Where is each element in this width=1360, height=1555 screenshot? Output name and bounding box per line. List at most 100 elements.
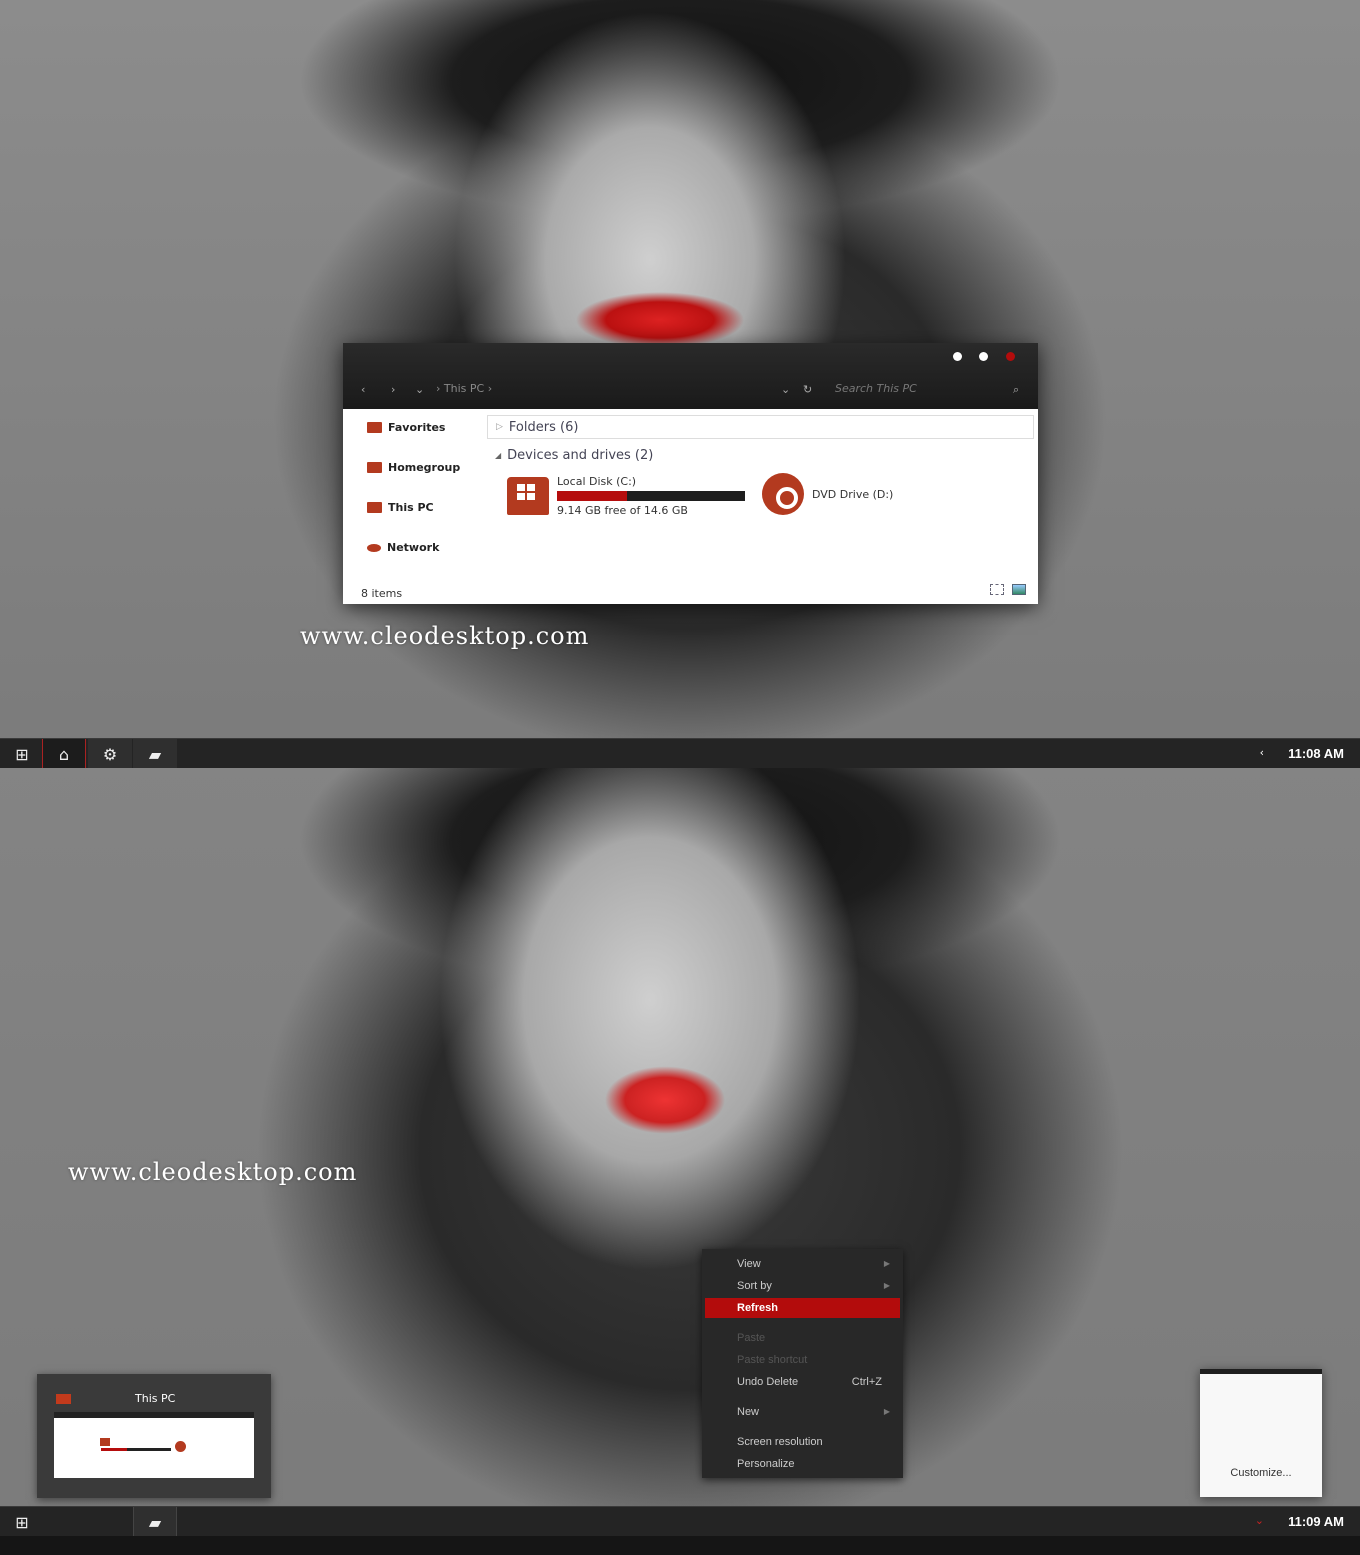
sidebar-label: Homegroup: [388, 461, 461, 474]
dvd-drive-icon: [762, 473, 804, 515]
recent-locations-icon[interactable]: ⌄: [415, 383, 424, 396]
file-explorer-button[interactable]: ▰: [133, 739, 177, 768]
menu-item-paste[interactable]: Paste: [705, 1328, 900, 1348]
dvd-drive-icon: [175, 1441, 186, 1452]
status-bar: 8 items: [343, 579, 1038, 604]
search-input[interactable]: Search This PC: [835, 382, 917, 395]
menu-item-paste-shortcut[interactable]: Paste shortcut: [705, 1350, 900, 1370]
menu-label: Paste shortcut: [737, 1354, 808, 1366]
menu-item-view[interactable]: View ▶: [705, 1254, 900, 1274]
gear-icon: ⚙: [102, 744, 118, 764]
forward-icon[interactable]: ›: [391, 383, 395, 396]
submenu-arrow-icon: ▶: [883, 1259, 890, 1268]
address-dropdown-icon[interactable]: ⌄: [781, 383, 790, 396]
menu-item-refresh[interactable]: Refresh: [705, 1298, 900, 1318]
windows-logo-icon: ⊞: [15, 1512, 29, 1532]
drive-name: Local Disk (C:): [557, 475, 637, 488]
group-folders[interactable]: ▷ Folders (6): [487, 415, 1034, 439]
drive-free-space: 9.14 GB free of 14.6 GB: [557, 504, 688, 517]
content-pane: ▷ Folders (6) ◢ Devices and drives (2) Loc…: [487, 409, 1038, 579]
submenu-arrow-icon: ▶: [883, 1281, 890, 1290]
menu-item-personalize[interactable]: Personalize: [705, 1454, 900, 1474]
start-button[interactable]: ⊞: [0, 739, 44, 768]
tray-overflow-popup: Customize...: [1200, 1369, 1322, 1497]
windows-logo-icon: ⊞: [15, 744, 29, 764]
monitor-icon: [367, 502, 382, 513]
customize-link[interactable]: Customize...: [1200, 1467, 1322, 1479]
back-icon[interactable]: ‹: [361, 383, 365, 396]
explorer-window[interactable]: ‹ › ⌄ › This PC › ⌄ ↻ Search This PC ⌕ F…: [343, 343, 1038, 604]
favorites-folder-icon: [367, 422, 382, 433]
menu-item-screen-resolution[interactable]: Screen resolution: [705, 1432, 900, 1452]
search-icon[interactable]: ⌕: [1013, 383, 1019, 397]
drive-name: DVD Drive (D:): [812, 487, 894, 501]
menu-label: Sort by: [737, 1280, 772, 1292]
menu-shortcut: Ctrl+Z: [851, 1376, 882, 1388]
home-button[interactable]: ⌂: [42, 739, 86, 768]
folder-icon: ▰: [148, 744, 162, 764]
drive-c[interactable]: Local Disk (C:) 9.14 GB free of 14.6 GB: [507, 475, 745, 517]
menu-label: New: [737, 1406, 760, 1418]
taskbar-thumbnail-preview[interactable]: This PC: [37, 1374, 271, 1498]
clock[interactable]: 11:09 AM: [1288, 1514, 1344, 1529]
submenu-arrow-icon: ▶: [883, 1407, 890, 1416]
large-icons-view-icon[interactable]: [1012, 584, 1026, 595]
sidebar-item-favorites[interactable]: Favorites: [367, 421, 445, 434]
homegroup-folder-icon: [367, 462, 382, 473]
watermark-text: www.cleodesktop.com: [68, 1158, 358, 1186]
expand-icon: ▷: [496, 422, 503, 432]
drive-d[interactable]: DVD Drive (D:): [762, 473, 893, 515]
windows-drive-icon: [507, 477, 549, 515]
clock[interactable]: 11:08 AM: [1288, 746, 1344, 761]
home-icon: ⌂: [58, 744, 70, 764]
menu-item-new[interactable]: New ▶: [705, 1402, 900, 1422]
item-count: 8 items: [361, 587, 403, 600]
group-devices[interactable]: ◢ Devices and drives (2): [487, 443, 1034, 467]
menu-label: Refresh: [737, 1302, 778, 1314]
title-bar[interactable]: ‹ › ⌄ › This PC › ⌄ ↻ Search This PC ⌕: [343, 343, 1038, 409]
breadcrumb[interactable]: › This PC ›: [436, 382, 492, 395]
group-label: Devices and drives (2): [507, 447, 654, 463]
thumbnail-window-preview: [54, 1412, 254, 1478]
windows-drive-icon: [100, 1438, 110, 1446]
group-label: Folders (6): [508, 419, 579, 435]
refresh-icon[interactable]: ↻: [803, 383, 812, 396]
details-view-icon[interactable]: [990, 584, 1004, 595]
sidebar-item-this-pc[interactable]: This PC: [367, 501, 434, 514]
show-hidden-icons-chevron[interactable]: ‹: [1260, 746, 1264, 759]
breadcrumb-this-pc[interactable]: This PC: [444, 382, 484, 395]
start-button[interactable]: ⊞: [0, 1507, 44, 1537]
crumb-separator-icon: ›: [436, 382, 441, 395]
desktop-top: ‹ › ⌄ › This PC › ⌄ ↻ Search This PC ⌕ F…: [0, 0, 1360, 768]
desktop-context-menu: View ▶ Sort by ▶ Refresh Paste Paste short…: [702, 1249, 903, 1478]
menu-label: Paste: [737, 1332, 766, 1344]
taskbar: ⊞ ⌂ ⚙ ▰ ‹ 11:08 AM: [0, 738, 1360, 768]
network-icon: [367, 543, 381, 552]
drive-usage-bar: [557, 491, 745, 501]
menu-item-undo-delete[interactable]: Undo Delete Ctrl+Z: [705, 1372, 900, 1392]
file-explorer-button[interactable]: ▰: [133, 1507, 177, 1537]
crumb-separator-icon: ›: [487, 382, 493, 395]
drive-usage-fill: [101, 1448, 127, 1451]
collapse-icon: ◢: [495, 450, 502, 460]
sidebar-label: Favorites: [388, 421, 446, 434]
taskbar: ⊞ ▰ ⌄ 11:09 AM: [0, 1506, 1360, 1537]
bottom-strip: [0, 1536, 1360, 1555]
settings-button[interactable]: ⚙: [88, 739, 132, 768]
menu-label: View: [737, 1258, 761, 1270]
show-hidden-icons-chevron[interactable]: ⌄: [1255, 1514, 1264, 1527]
menu-label: Personalize: [737, 1458, 795, 1470]
minimize-button[interactable]: [953, 352, 962, 361]
sidebar-item-network[interactable]: Network: [367, 541, 439, 554]
sidebar-item-homegroup[interactable]: Homegroup: [367, 461, 460, 474]
folder-icon: ▰: [148, 1512, 162, 1532]
sidebar-label: Network: [387, 541, 440, 554]
thumbnail-title: This PC: [135, 1392, 176, 1405]
navigation-pane: Favorites Homegroup This PC Network: [343, 409, 483, 579]
menu-item-sort-by[interactable]: Sort by ▶: [705, 1276, 900, 1296]
watermark-text: www.cleodesktop.com: [300, 622, 590, 650]
close-button[interactable]: [1006, 352, 1015, 361]
monitor-icon: [56, 1394, 71, 1404]
drive-usage-fill: [557, 491, 628, 501]
maximize-button[interactable]: [979, 352, 988, 361]
